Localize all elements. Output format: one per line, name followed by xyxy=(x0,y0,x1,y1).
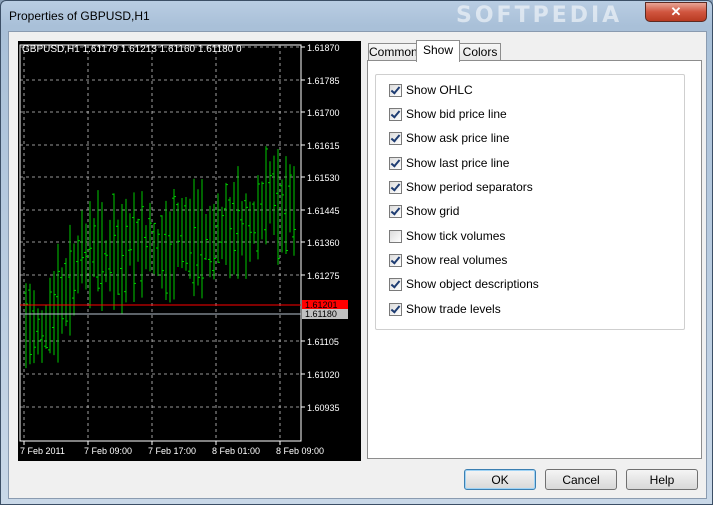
time-tick-label: 8 Feb 01:00 xyxy=(212,446,260,456)
option-label: Show OHLC xyxy=(406,83,473,97)
option-show-ask-price-line[interactable]: Show ask price line xyxy=(389,130,509,146)
close-button[interactable]: ✕ xyxy=(645,2,707,22)
option-show-real-volumes[interactable]: Show real volumes xyxy=(389,252,507,268)
last-price-label: 1.61180 xyxy=(305,309,337,319)
option-label: Show period separators xyxy=(406,180,533,194)
ok-button[interactable]: OK xyxy=(464,469,536,490)
show-tab-panel: Show OHLC Show bid price line Show ask p… xyxy=(367,60,702,459)
price-tick-label: 1.60935 xyxy=(307,403,340,413)
tab-show[interactable]: Show xyxy=(416,40,460,62)
price-tick-label: 1.61275 xyxy=(307,271,340,281)
price-tick-label: 1.61785 xyxy=(307,76,340,86)
time-tick-label: 8 Feb 09:00 xyxy=(276,446,324,456)
time-tick-label: 7 Feb 17:00 xyxy=(148,446,196,456)
checkbox[interactable] xyxy=(389,229,402,243)
checkbox[interactable] xyxy=(389,277,402,291)
checkbox[interactable] xyxy=(389,180,402,194)
title-bar[interactable]: Properties of GBPUSD,H1 SOFTPEDIA ✕ xyxy=(1,1,712,31)
checkbox[interactable] xyxy=(389,83,402,97)
show-options-group: Show OHLC Show bid price line Show ask p… xyxy=(375,74,685,330)
option-show-ohlc[interactable]: Show OHLC xyxy=(389,82,473,98)
option-label: Show real volumes xyxy=(406,253,508,267)
checkbox[interactable] xyxy=(389,107,402,121)
price-tick-label: 1.61020 xyxy=(307,370,340,380)
price-tick-label: 1.61700 xyxy=(307,108,340,118)
option-show-tick-volumes[interactable]: Show tick volumes xyxy=(389,228,505,244)
option-show-period-separators[interactable]: Show period separators xyxy=(389,179,533,195)
price-tick-label: 1.61870 xyxy=(307,43,340,53)
dialog-body: 1.61870 1.61785 1.61700 1.61615 1.61530 1.614… xyxy=(8,31,707,499)
price-tick-label: 1.61530 xyxy=(307,173,340,183)
option-label: Show grid xyxy=(406,204,460,218)
time-tick-label: 7 Feb 2011 xyxy=(20,446,65,456)
window-title: Properties of GBPUSD,H1 xyxy=(9,9,150,23)
option-show-last-price-line[interactable]: Show last price line xyxy=(389,155,509,171)
option-label: Show trade levels xyxy=(406,302,501,316)
tab-common[interactable]: Common xyxy=(368,43,418,61)
chart-ohlc-header: GBPUSD,H1 1.61179 1.61213 1.61160 1.6118… xyxy=(22,44,242,55)
checkbox[interactable] xyxy=(389,156,402,170)
option-show-object-descriptions[interactable]: Show object descriptions xyxy=(389,276,539,292)
option-label: Show object descriptions xyxy=(406,277,539,291)
option-label: Show ask price line xyxy=(406,131,510,145)
price-tick-label: 1.61615 xyxy=(307,141,340,151)
checkbox[interactable] xyxy=(389,131,402,145)
checkbox[interactable] xyxy=(389,302,402,316)
chart-canvas: 1.61870 1.61785 1.61700 1.61615 1.61530 1.614… xyxy=(19,43,348,456)
option-show-grid[interactable]: Show grid xyxy=(389,203,459,219)
option-label: Show tick volumes xyxy=(406,229,506,243)
plot-frame xyxy=(19,44,302,442)
checkbox[interactable] xyxy=(389,204,402,218)
price-tick-label: 1.61360 xyxy=(307,238,340,248)
tab-colors[interactable]: Colors xyxy=(459,43,501,61)
time-tick-label: 7 Feb 09:00 xyxy=(84,446,132,456)
watermark: SOFTPEDIA xyxy=(456,3,623,28)
price-tick-label: 1.61105 xyxy=(307,337,339,347)
help-button[interactable]: Help xyxy=(626,469,698,490)
option-show-trade-levels[interactable]: Show trade levels xyxy=(389,301,501,317)
properties-dialog: Properties of GBPUSD,H1 SOFTPEDIA ✕ 1.61… xyxy=(0,0,713,505)
cancel-button[interactable]: Cancel xyxy=(545,469,617,490)
checkbox[interactable] xyxy=(389,253,402,267)
option-label: Show bid price line xyxy=(406,107,507,121)
close-icon: ✕ xyxy=(670,4,682,19)
option-show-bid-price-line[interactable]: Show bid price line xyxy=(389,106,507,122)
chart-preview: 1.61870 1.61785 1.61700 1.61615 1.61530 1.614… xyxy=(18,41,361,461)
price-tick-label: 1.61445 xyxy=(307,206,340,216)
option-label: Show last price line xyxy=(406,156,510,170)
